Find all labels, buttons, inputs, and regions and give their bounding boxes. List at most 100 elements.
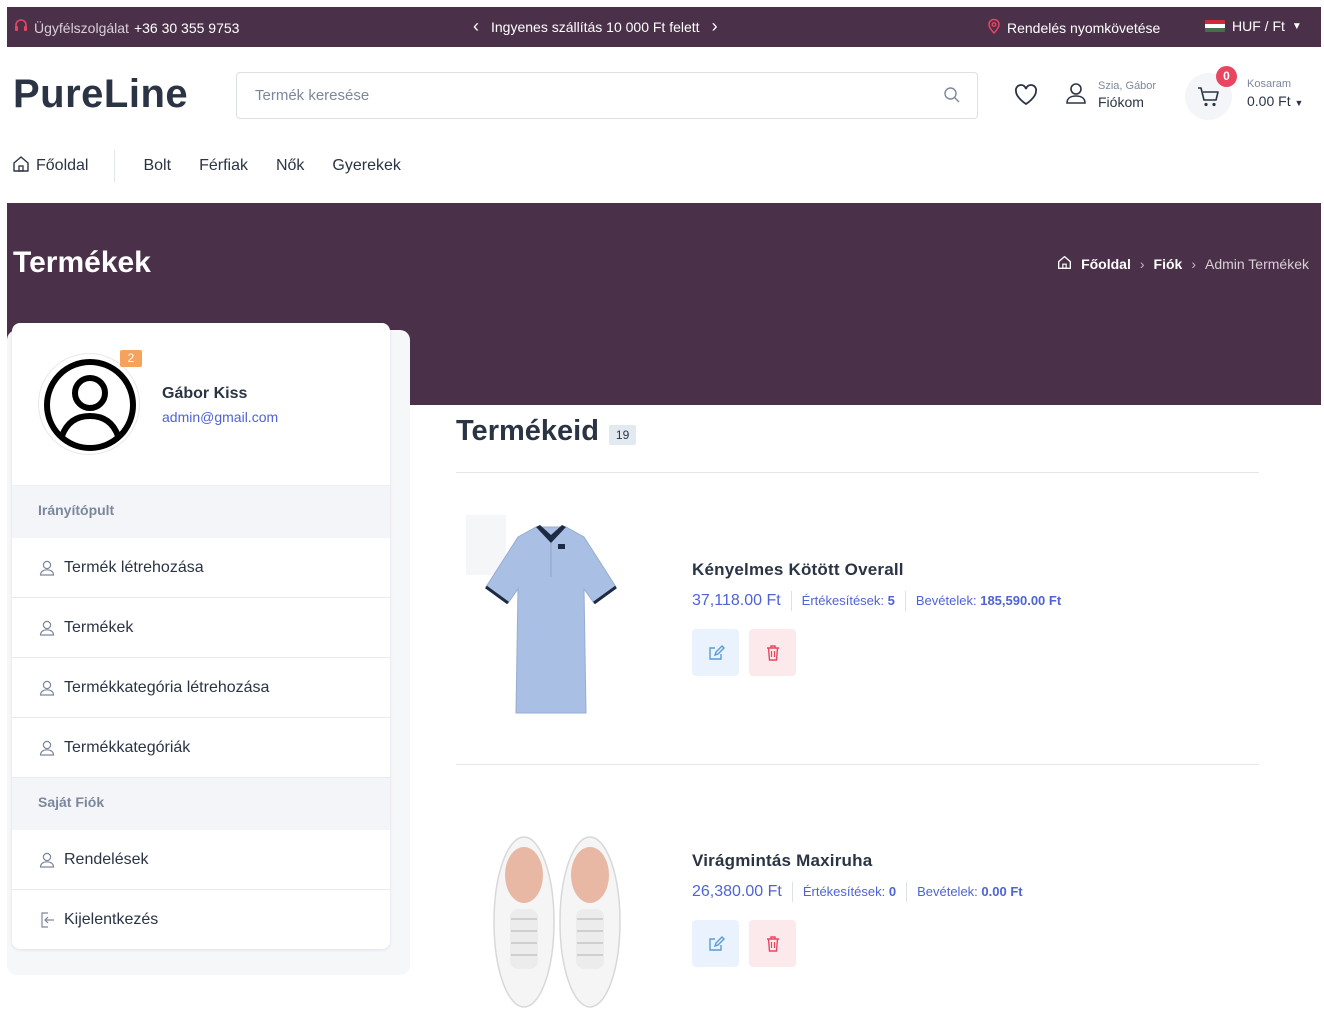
heart-icon[interactable] xyxy=(1014,84,1038,111)
promo-text: Ingyenes szállítás 10 000 Ft felett xyxy=(491,18,700,35)
home-icon xyxy=(12,155,30,178)
product-info: Kényelmes Kötött Overall 37,118.00 Ft Ér… xyxy=(692,560,1061,676)
product-price: 37,118.00 Ft xyxy=(692,592,781,609)
top-bar: Ügyfélszolgálat +36 30 355 9753 ‹ Ingyen… xyxy=(7,7,1321,47)
order-tracking-label: Rendelés nyomkövetése xyxy=(1007,19,1161,36)
divider xyxy=(456,764,1259,765)
delete-button[interactable] xyxy=(749,629,796,676)
edit-button[interactable] xyxy=(692,920,739,967)
chevron-right-icon: › xyxy=(1191,256,1196,272)
nav-home-label: Főoldal xyxy=(36,157,89,174)
page-title: Termékek xyxy=(13,246,151,279)
sidebar-item-label: Rendelések xyxy=(64,850,149,868)
user-icon xyxy=(39,620,55,636)
product-row: Kényelmes Kötött Overall 37,118.00 Ft Ér… xyxy=(456,505,1259,745)
nav-home[interactable]: Főoldal xyxy=(12,150,116,182)
product-actions xyxy=(692,629,1061,676)
product-name[interactable]: Kényelmes Kötött Overall xyxy=(692,560,1061,580)
currency-selector[interactable]: HUF / Ft ▼ xyxy=(1205,18,1302,34)
chevron-left-icon[interactable]: ‹ xyxy=(473,16,479,37)
caret-down-icon: ▼ xyxy=(1291,20,1302,32)
user-icon xyxy=(39,680,55,696)
account-greeting: Szia, Gábor xyxy=(1098,80,1157,92)
edit-icon xyxy=(708,644,725,660)
product-info: Virágmintás Maxiruha 26,380.00 Ft Értéke… xyxy=(692,851,1023,967)
profile-name: Gábor Kiss xyxy=(162,385,248,402)
sidebar-item-products[interactable]: Termékek xyxy=(12,598,390,658)
breadcrumb: Főoldal › Fiók › Admin Termékek xyxy=(1057,255,1309,273)
sidebar-item-label: Termékkategóriák xyxy=(64,738,191,756)
delete-button[interactable] xyxy=(749,920,796,967)
support-phone[interactable]: +36 30 355 9753 xyxy=(134,20,240,36)
nav-item-gyerekek[interactable]: Gyerekek xyxy=(332,157,400,175)
product-price: 26,380.00 Ft xyxy=(692,883,782,900)
sidebar-item-label: Termékek xyxy=(64,618,134,636)
site-logo[interactable]: PureLine xyxy=(13,72,188,117)
section-account: Saját Fiók xyxy=(12,778,390,830)
chevron-right-icon[interactable]: › xyxy=(712,16,718,37)
profile-badge: 2 xyxy=(120,350,142,367)
cart-count-badge: 0 xyxy=(1216,66,1237,87)
product-name[interactable]: Virágmintás Maxiruha xyxy=(692,851,1023,871)
product-sales: Értékesítések: 0 xyxy=(791,882,896,902)
breadcrumb-current: Admin Termékek xyxy=(1204,256,1309,272)
breadcrumb-home[interactable]: Főoldal xyxy=(1081,256,1131,272)
sidebar-item-label: Termékkategória létrehozása xyxy=(64,678,270,696)
trash-icon xyxy=(766,644,779,661)
edit-button[interactable] xyxy=(692,629,739,676)
product-meta: 37,118.00 Ft Értékesítések: 5 Bevételek:… xyxy=(692,591,1061,611)
product-revenue: Bevételek: 0.00 Ft xyxy=(906,882,1023,902)
headset-icon xyxy=(13,18,29,37)
user-icon xyxy=(39,560,55,576)
products-count: 19 xyxy=(608,424,637,445)
cart-button[interactable]: 0 xyxy=(1185,66,1237,120)
profile-email: admin@gmail.com xyxy=(162,409,279,425)
sidebar-item-logout[interactable]: Kijelentkezés xyxy=(12,890,390,949)
location-pin-icon xyxy=(987,18,1001,37)
sidebar-item-create-category[interactable]: Termékkategória létrehozása xyxy=(12,658,390,718)
user-icon xyxy=(39,852,55,868)
caret-down-icon: ▼ xyxy=(1294,98,1304,108)
sidebar-item-label: Termék létrehozása xyxy=(64,558,204,576)
breadcrumb-account[interactable]: Fiók xyxy=(1154,256,1183,272)
product-image-polo[interactable] xyxy=(466,515,636,715)
chevron-right-icon: › xyxy=(1139,256,1145,272)
cart-icon xyxy=(1197,86,1221,113)
cart-total: 0.00 Ft ▼ xyxy=(1247,93,1304,109)
home-icon xyxy=(1057,255,1072,273)
product-row: Virágmintás Maxiruha 26,380.00 Ft Értéke… xyxy=(456,797,1259,1018)
product-revenue: Bevételek: 185,590.00 Ft xyxy=(904,591,1061,611)
order-tracking-link[interactable]: Rendelés nyomkövetése xyxy=(987,18,1160,37)
sidebar-item-orders[interactable]: Rendelések xyxy=(12,830,390,890)
trash-icon xyxy=(766,935,779,952)
avatar-icon xyxy=(44,359,136,451)
account-sidebar: 2 Gábor Kiss admin@gmail.com Irányítópul… xyxy=(12,323,390,949)
edit-icon xyxy=(708,935,725,951)
support-label: Ügyfélszolgálat xyxy=(34,19,129,36)
cart-label: Kosaram xyxy=(1247,78,1292,90)
flag-icon xyxy=(1205,20,1225,32)
nav-item-ferfiak[interactable]: Férfiak xyxy=(199,157,248,175)
product-sales: Értékesítések: 5 xyxy=(790,591,895,611)
sidebar-item-categories[interactable]: Termékkategóriák xyxy=(12,718,390,778)
logout-icon xyxy=(41,912,54,928)
sidebar-item-label: Kijelentkezés xyxy=(64,911,159,928)
cart-summary[interactable]: Kosaram 0.00 Ft ▼ xyxy=(1247,78,1303,109)
user-icon xyxy=(39,740,55,756)
product-image-sneakers[interactable] xyxy=(466,827,636,1018)
account-label: Fiókom xyxy=(1098,94,1144,110)
profile-card: 2 Gábor Kiss admin@gmail.com xyxy=(12,323,390,486)
products-title: Termékeid xyxy=(456,415,599,447)
account-menu[interactable]: Szia, Gábor Fiókom xyxy=(1064,80,1156,110)
nav-item-bolt[interactable]: Bolt xyxy=(143,157,171,175)
section-dashboard: Irányítópult xyxy=(12,486,390,538)
divider xyxy=(456,472,1259,473)
products-heading: Termékeid 19 xyxy=(456,415,637,448)
search-icon[interactable] xyxy=(943,86,961,109)
product-actions xyxy=(692,920,1023,967)
search-input[interactable] xyxy=(255,87,905,104)
support-info[interactable]: Ügyfélszolgálat +36 30 355 9753 xyxy=(13,18,239,37)
nav-item-nok[interactable]: Nők xyxy=(276,157,304,175)
user-icon xyxy=(1064,81,1088,110)
sidebar-item-create-product[interactable]: Termék létrehozása xyxy=(12,538,390,598)
